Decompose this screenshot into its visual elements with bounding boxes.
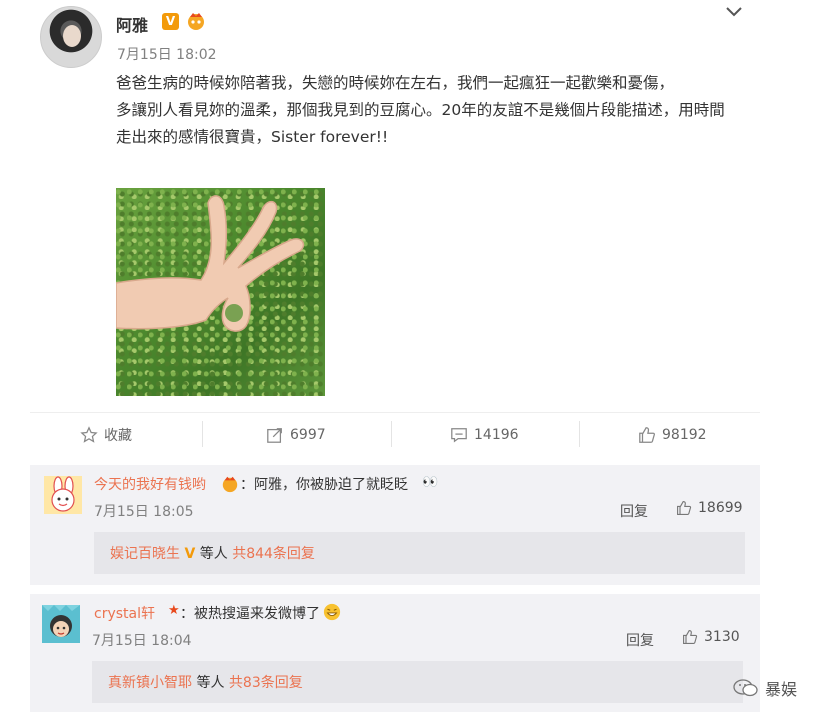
vip-crown-icon: [188, 13, 204, 30]
comment-text: ：被热搜逼来发微博了: [180, 606, 320, 622]
author-avatar[interactable]: [40, 6, 102, 68]
sub-reply-count[interactable]: 共83条回复: [229, 675, 303, 691]
commenter-avatar[interactable]: [42, 605, 80, 643]
sub-reply-mid: 等人: [196, 675, 225, 691]
thumbs-up-icon: [639, 427, 656, 443]
vip-crown-icon: [222, 476, 238, 493]
verified-badge-icon: V: [184, 546, 196, 562]
sub-replies-box[interactable]: 真新镇小智耶 等人 共83条回复: [92, 661, 743, 703]
like-button[interactable]: 98192: [638, 423, 707, 447]
eyes-emoji-icon: 👀: [422, 475, 439, 490]
divider: [202, 421, 203, 447]
comment-item: 今天的我好有钱哟 ：阿雅，你被胁迫了就眨眨 👀 7月15日 18:05 回复 1…: [30, 465, 760, 585]
post-timestamp[interactable]: 7月15日 18:02: [117, 44, 217, 64]
commenter-name[interactable]: 今天的我好有钱哟: [94, 474, 206, 494]
divider: [579, 421, 580, 447]
verified-badge-icon: V: [162, 13, 179, 30]
watermark: 暴娱: [733, 676, 797, 700]
repost-button[interactable]: 6997: [266, 423, 326, 447]
weibo-post: 阿雅 V 7月15日 18:02 爸爸生病的時候妳陪著我，失戀的時候妳在左右，我…: [0, 0, 835, 725]
post-body: 爸爸生病的時候妳陪著我，失戀的時候妳在左右，我們一起瘋狂一起歡樂和憂傷， 多讓別…: [116, 70, 736, 151]
comment-like-count: 18699: [698, 500, 743, 516]
post-photo[interactable]: [116, 188, 325, 396]
reply-button[interactable]: 回复: [626, 630, 654, 650]
thumbs-up-icon: [683, 630, 698, 644]
sub-reply-mid: 等人: [199, 546, 228, 562]
comment-count: 14196: [474, 427, 519, 443]
comment-button[interactable]: 14196: [450, 423, 519, 447]
wechat-icon: [733, 679, 758, 697]
watermark-text: 暴娱: [765, 680, 798, 699]
favorite-label: 收藏: [104, 428, 132, 444]
repost-count: 6997: [290, 427, 326, 443]
chevron-down-icon[interactable]: [724, 4, 744, 20]
post-text-line: 爸爸生病的時候妳陪著我，失戀的時候妳在左右，我們一起瘋狂一起歡樂和憂傷，: [116, 74, 675, 92]
hand-gesture-image: [116, 195, 305, 332]
post-action-bar: 收藏 6997 14196 98192: [30, 412, 760, 456]
star-outline-icon: [80, 426, 98, 443]
sub-reply-author[interactable]: 真新镇小智耶: [108, 675, 192, 691]
commenter-avatar[interactable]: [44, 476, 82, 514]
author-name[interactable]: 阿雅: [116, 12, 148, 36]
favorite-button[interactable]: 收藏: [80, 423, 132, 447]
sub-reply-count[interactable]: 共844条回复: [232, 546, 315, 562]
post-text-line: 多讓別人看見妳的溫柔，那個我見到的豆腐心。20年的友誼不是幾個片段能描述，用時間…: [116, 101, 725, 146]
repost-icon: [267, 428, 282, 443]
like-count: 98192: [662, 427, 707, 443]
sub-reply-author[interactable]: 娱记百晓生: [110, 546, 180, 562]
comment-like-count: 3130: [704, 629, 740, 645]
laughing-emoji-icon: [323, 603, 341, 621]
comment-timestamp: 7月15日 18:04: [92, 633, 192, 649]
sub-replies-box[interactable]: 娱记百晓生 V 等人 共844条回复: [94, 532, 745, 574]
comment-like-button[interactable]: 3130: [682, 629, 740, 645]
star-badge-icon: ★: [168, 603, 180, 618]
comment-text: ：阿雅，你被胁迫了就眨眨: [240, 477, 408, 493]
comment-bubble-icon: [451, 428, 467, 443]
commenter-name[interactable]: crystal轩: [94, 603, 155, 623]
thumbs-up-icon: [677, 501, 692, 515]
reply-button[interactable]: 回复: [620, 501, 648, 521]
comment-like-button[interactable]: 18699: [676, 500, 743, 516]
divider: [391, 421, 392, 447]
comment-timestamp: 7月15日 18:05: [94, 504, 194, 520]
comment-item: crystal轩 ★ ：被热搜逼来发微博了 7月15日 18:04 回复 313…: [30, 594, 760, 712]
